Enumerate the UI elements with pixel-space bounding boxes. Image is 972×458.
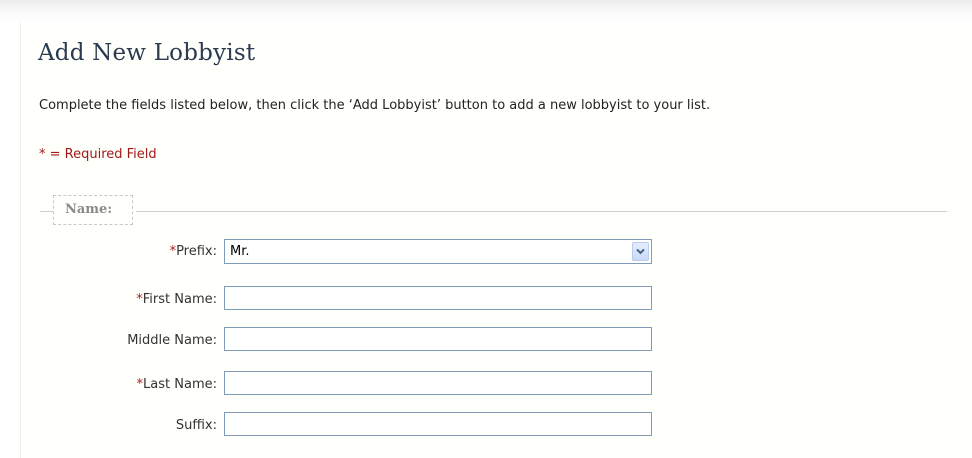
- fieldset-border-right: [136, 211, 947, 212]
- suffix-label: Suffix:: [175, 418, 217, 433]
- prefix-label-text: Prefix:: [176, 244, 217, 259]
- last-name-label: *Last Name:: [137, 377, 217, 392]
- name-fieldset-legend: Name:: [53, 195, 133, 225]
- first-name-input[interactable]: [224, 286, 652, 310]
- prefix-selected-value: Mr.: [230, 244, 250, 259]
- page-title: Add New Lobbyist: [38, 40, 256, 66]
- top-shadow-bar: [0, 0, 972, 24]
- prefix-label: *Prefix:: [170, 244, 217, 259]
- legend-label: Name:: [65, 202, 113, 217]
- middle-name-input[interactable]: [224, 327, 652, 351]
- last-name-input[interactable]: [224, 371, 652, 395]
- middle-name-label: Middle Name:: [127, 333, 217, 348]
- fieldset-border-left: [40, 211, 53, 212]
- required-field-note: * = Required Field: [39, 147, 157, 162]
- chevron-down-icon: [636, 248, 645, 255]
- instructions-text: Complete the fields listed below, then c…: [39, 98, 711, 113]
- first-name-label: *First Name:: [136, 292, 217, 307]
- first-name-label-text: First Name:: [142, 292, 217, 307]
- prefix-select[interactable]: Mr.: [224, 239, 652, 264]
- suffix-input[interactable]: [224, 412, 652, 436]
- prefix-dropdown-button[interactable]: [632, 242, 649, 261]
- last-name-label-text: Last Name:: [143, 377, 217, 392]
